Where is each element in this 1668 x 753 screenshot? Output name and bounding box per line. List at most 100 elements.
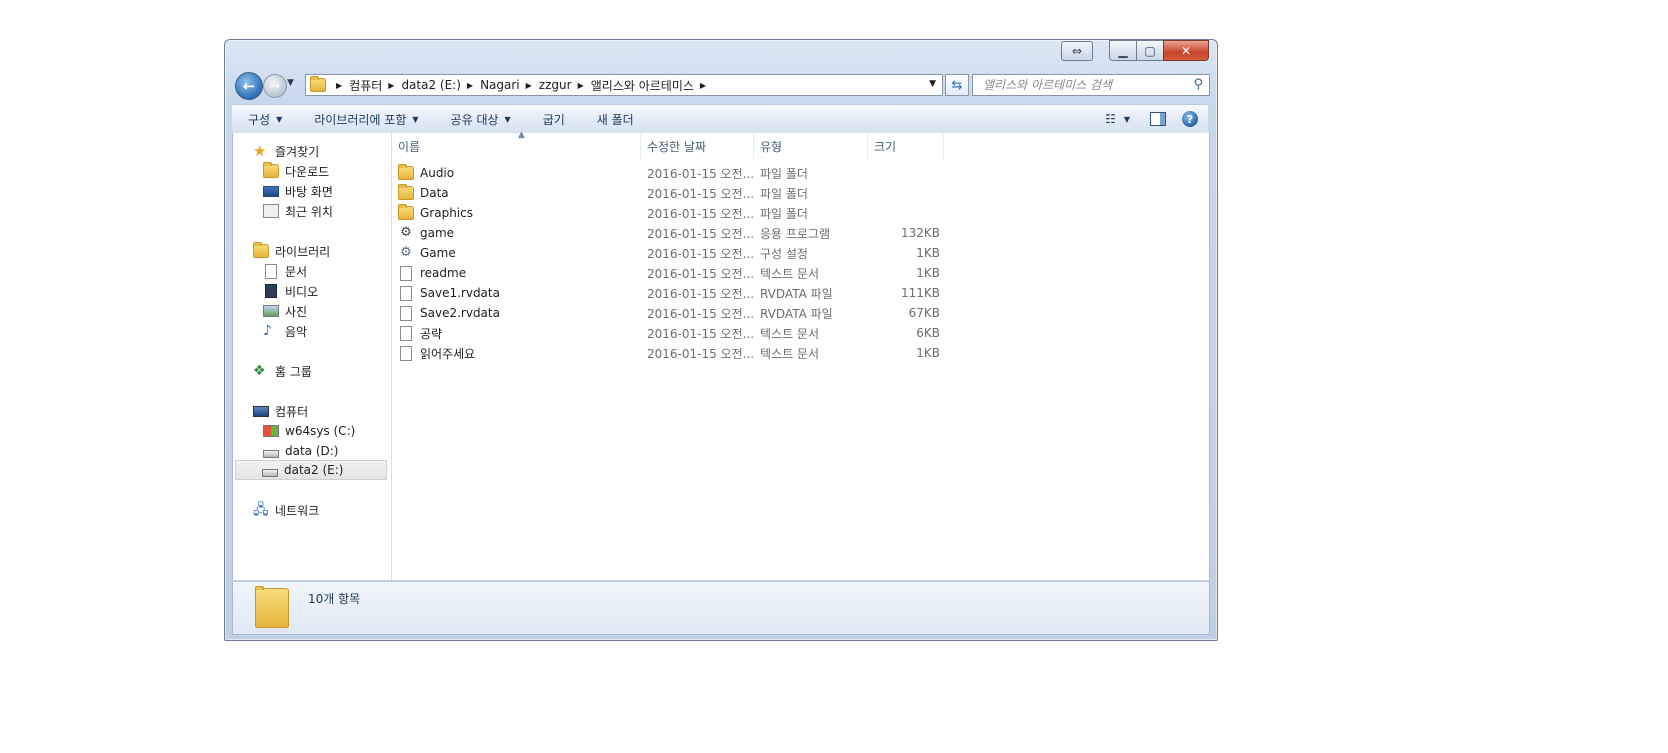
search-input[interactable] (981, 77, 1185, 93)
nav-drive-d[interactable]: data (D:) (263, 441, 339, 461)
file-row[interactable]: Audio 2016-01-15 오전... 파일 폴더 (392, 163, 952, 183)
minimize-button[interactable]: ▁ (1109, 40, 1136, 61)
file-date: 2016-01-15 오전... (647, 246, 755, 261)
column-header-name[interactable]: 이름 ▲ (392, 130, 641, 159)
close-button[interactable]: ✕ (1163, 40, 1209, 61)
nav-videos[interactable]: 비디오 (263, 281, 318, 301)
file-icon (400, 305, 412, 321)
downloads-folder-icon (263, 162, 279, 178)
file-size: 1KB (916, 346, 940, 360)
breadcrumb-nagari[interactable]: Nagari (480, 78, 520, 92)
nav-homegroup[interactable]: ❖ 홈 그룹 (253, 361, 312, 381)
organize-label: 구성 (248, 112, 271, 127)
file-name: Audio (420, 166, 455, 180)
folder-icon (255, 586, 289, 628)
special-resize-button[interactable]: ⇔ (1061, 41, 1093, 61)
file-date: 2016-01-15 오전... (647, 166, 755, 181)
windows-drive-icon (263, 425, 279, 437)
burn-button[interactable]: 굽기 (527, 105, 581, 133)
forward-button[interactable]: → (263, 74, 287, 98)
chevron-right-icon[interactable]: ▶ (694, 81, 713, 90)
nav-documents[interactable]: 문서 (263, 261, 307, 281)
file-size: 1KB (916, 266, 940, 280)
caret-down-icon: ▼ (1123, 114, 1130, 124)
file-size: 6KB (916, 326, 940, 340)
breadcrumb-drive-e[interactable]: data2 (E:) (401, 78, 460, 92)
nav-music[interactable]: ♪ 음악 (263, 321, 307, 341)
computer-icon (253, 405, 269, 417)
nav-favorites-label: 즐겨찾기 (275, 144, 320, 159)
include-library-button[interactable]: 라이브러리에 포함 ▼ (298, 105, 434, 133)
share-button[interactable]: 공유 대상 ▼ (435, 105, 527, 133)
chevron-right-icon[interactable]: ▶ (330, 81, 349, 90)
refresh-button[interactable]: ⇆ (945, 74, 969, 96)
column-header-date[interactable]: 수정한 날짜 (641, 133, 754, 159)
music-note-icon: ♪ (263, 323, 272, 339)
nav-desktop[interactable]: 바탕 화면 (263, 181, 333, 201)
recent-places-icon (263, 204, 279, 218)
homegroup-icon: ❖ (253, 363, 266, 379)
help-button[interactable]: ? (1182, 111, 1198, 127)
address-bar[interactable]: ▶ 컴퓨터 ▶ data2 (E:) ▶ Nagari ▶ zzgur ▶ 앨리… (305, 74, 943, 96)
chevron-right-icon[interactable]: ▶ (572, 81, 591, 90)
change-view-button[interactable]: ☷ ▼ (1093, 112, 1142, 126)
file-row[interactable]: ⚙ game 2016-01-15 오전... 응용 프로그램 132KB (392, 223, 952, 243)
file-row[interactable]: Save2.rvdata 2016-01-15 오전... RVDATA 파일 … (392, 303, 952, 323)
chevron-right-icon[interactable]: ▶ (382, 81, 401, 90)
file-name: Save2.rvdata (420, 306, 500, 320)
file-size: 111KB (900, 286, 940, 300)
nav-recent[interactable]: 최근 위치 (263, 201, 333, 221)
file-row[interactable]: 읽어주세요 2016-01-15 오전... 텍스트 문서 1KB (392, 343, 952, 363)
nav-documents-label: 문서 (285, 264, 308, 279)
file-row[interactable]: readme 2016-01-15 오전... 텍스트 문서 1KB (392, 263, 952, 283)
nav-downloads[interactable]: 다운로드 (263, 161, 329, 181)
file-name: Game (420, 246, 456, 260)
organize-button[interactable]: 구성 ▼ (232, 105, 298, 133)
breadcrumb: 컴퓨터 ▶ data2 (E:) ▶ Nagari ▶ zzgur ▶ 앨리스와… (349, 75, 713, 95)
column-header-type[interactable]: 유형 (754, 133, 868, 159)
breadcrumb-current-folder[interactable]: 앨리스와 아르테미스 (591, 77, 694, 94)
nav-network[interactable]: 🖧 네트워크 (253, 500, 319, 520)
column-header-size[interactable]: 크기 (868, 133, 944, 159)
nav-pictures[interactable]: 사진 (263, 301, 307, 321)
breadcrumb-zzgur[interactable]: zzgur (539, 78, 572, 92)
command-bar: 구성 ▼ 라이브러리에 포함 ▼ 공유 대상 ▼ 굽기 새 폴더 ☷ ▼ ? (232, 104, 1208, 134)
drive-icon (263, 450, 279, 458)
file-name: Data (420, 186, 449, 200)
nav-libraries-label: 라이브러리 (275, 244, 331, 259)
file-name: 읽어주세요 (420, 346, 476, 361)
file-row[interactable]: ⚙ Game 2016-01-15 오전... 구성 설정 1KB (392, 243, 952, 263)
file-row[interactable]: 공략 2016-01-15 오전... 텍스트 문서 6KB (392, 323, 952, 343)
nav-pictures-label: 사진 (285, 304, 308, 319)
desktop-icon (263, 185, 279, 197)
file-row[interactable]: Save1.rvdata 2016-01-15 오전... RVDATA 파일 … (392, 283, 952, 303)
star-icon: ★ (253, 142, 267, 160)
file-type: RVDATA 파일 (760, 306, 833, 321)
chevron-right-icon[interactable]: ▶ (520, 81, 539, 90)
nav-libraries[interactable]: 라이브러리 (253, 241, 330, 261)
file-row[interactable]: Graphics 2016-01-15 오전... 파일 폴더 (392, 203, 952, 223)
recent-pages-dropdown[interactable]: ▼ (287, 78, 294, 88)
nav-drive-c[interactable]: w64sys (C:) (263, 421, 355, 441)
nav-computer[interactable]: 컴퓨터 (253, 401, 308, 421)
maximize-button[interactable]: ▢ (1136, 40, 1163, 61)
explorer-window: ⇔ ▁ ▢ ✕ ← → ▼ ▶ 컴퓨터 ▶ data2 (E:) ▶ Nagar… (224, 39, 1218, 641)
search-icon[interactable]: ⚲ (1193, 77, 1203, 92)
drive-icon (262, 469, 278, 477)
view-list-icon: ☷ (1105, 112, 1116, 126)
nav-favorites[interactable]: ★ 즐겨찾기 (253, 141, 319, 161)
back-button[interactable]: ← (235, 72, 263, 100)
nav-homegroup-label: 홈 그룹 (275, 364, 312, 379)
nav-drive-e[interactable]: data2 (E:) (235, 460, 387, 480)
column-headers: 이름 ▲ 수정한 날짜 유형 크기 (392, 130, 1209, 159)
chevron-right-icon[interactable]: ▶ (461, 81, 480, 90)
address-dropdown-icon[interactable]: ▼ (929, 79, 936, 89)
new-folder-button[interactable]: 새 폴더 (581, 105, 650, 133)
folder-icon (398, 164, 414, 180)
file-row[interactable]: Data 2016-01-15 오전... 파일 폴더 (392, 183, 952, 203)
preview-pane-button[interactable] (1150, 112, 1166, 126)
settings-file-icon: ⚙ (400, 245, 412, 260)
file-size: 67KB (908, 306, 940, 320)
text-file-icon (400, 265, 412, 281)
breadcrumb-computer[interactable]: 컴퓨터 (349, 77, 382, 94)
